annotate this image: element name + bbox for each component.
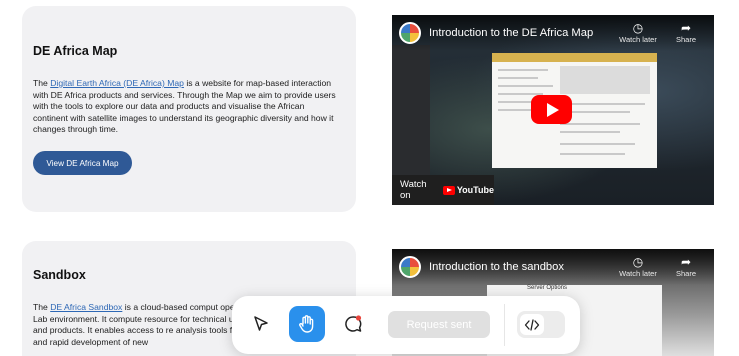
youtube-logo-icon: YouTube bbox=[442, 185, 494, 195]
hand-icon bbox=[299, 315, 314, 333]
clock-icon: ◷ bbox=[632, 21, 644, 35]
clock-icon: ◷ bbox=[632, 255, 644, 269]
watch-on-label: Watch on bbox=[400, 179, 427, 201]
video-thumbnail-panel bbox=[492, 53, 657, 168]
hand-tool-button[interactable] bbox=[289, 306, 325, 342]
card-title: DE Africa Map bbox=[33, 44, 118, 58]
code-toggle[interactable] bbox=[517, 311, 565, 338]
video-player-de-africa-map[interactable]: Introduction to the DE Africa Map ◷ Watc… bbox=[392, 15, 714, 205]
de-africa-sandbox-link[interactable]: DE Africa Sandbox bbox=[50, 302, 122, 312]
view-de-africa-map-button[interactable]: View DE Africa Map bbox=[33, 151, 132, 175]
share-label: Share bbox=[675, 269, 696, 278]
share-button[interactable]: ➦ Share bbox=[662, 21, 710, 44]
card-description: The Digital Earth Africa (DE Africa) Map… bbox=[33, 78, 339, 136]
share-label: Share bbox=[675, 35, 696, 44]
comment-tool-button[interactable] bbox=[335, 306, 371, 342]
video-title[interactable]: Introduction to the sandbox bbox=[429, 261, 564, 273]
channel-logo-icon[interactable] bbox=[399, 22, 421, 44]
toolbar-divider bbox=[504, 304, 505, 346]
floating-toolbar: Request sent bbox=[232, 296, 580, 354]
pointer-icon bbox=[254, 316, 268, 331]
watch-later-button[interactable]: ◷ Watch later bbox=[614, 255, 662, 278]
watch-later-label: Watch later bbox=[619, 35, 657, 44]
video-title[interactable]: Introduction to the DE Africa Map bbox=[429, 27, 593, 39]
server-options-label: Server Options bbox=[527, 285, 568, 291]
card-title: Sandbox bbox=[33, 268, 86, 282]
youtube-label: YouTube bbox=[456, 185, 494, 195]
share-icon: ➦ bbox=[680, 21, 692, 35]
share-button[interactable]: ➦ Share bbox=[662, 255, 710, 278]
code-icon bbox=[524, 318, 540, 331]
card-text: The bbox=[33, 302, 51, 312]
watch-on-youtube-button[interactable]: Watch on YouTube bbox=[392, 175, 494, 205]
video-thumbnail-sidebar bbox=[392, 45, 430, 185]
play-button[interactable] bbox=[531, 95, 572, 124]
watch-later-button[interactable]: ◷ Watch later bbox=[614, 21, 662, 44]
watch-later-label: Watch later bbox=[619, 269, 657, 278]
share-icon: ➦ bbox=[680, 255, 692, 269]
card-text: The bbox=[33, 78, 51, 88]
de-africa-map-link[interactable]: Digital Earth Africa (DE Africa) Map bbox=[50, 78, 184, 88]
de-africa-map-card: DE Africa Map The Digital Earth Africa (… bbox=[22, 6, 356, 212]
request-sent-button[interactable]: Request sent bbox=[388, 311, 490, 338]
channel-logo-icon[interactable] bbox=[399, 256, 421, 278]
pointer-tool-button[interactable] bbox=[243, 306, 279, 342]
comment-icon bbox=[345, 315, 362, 332]
